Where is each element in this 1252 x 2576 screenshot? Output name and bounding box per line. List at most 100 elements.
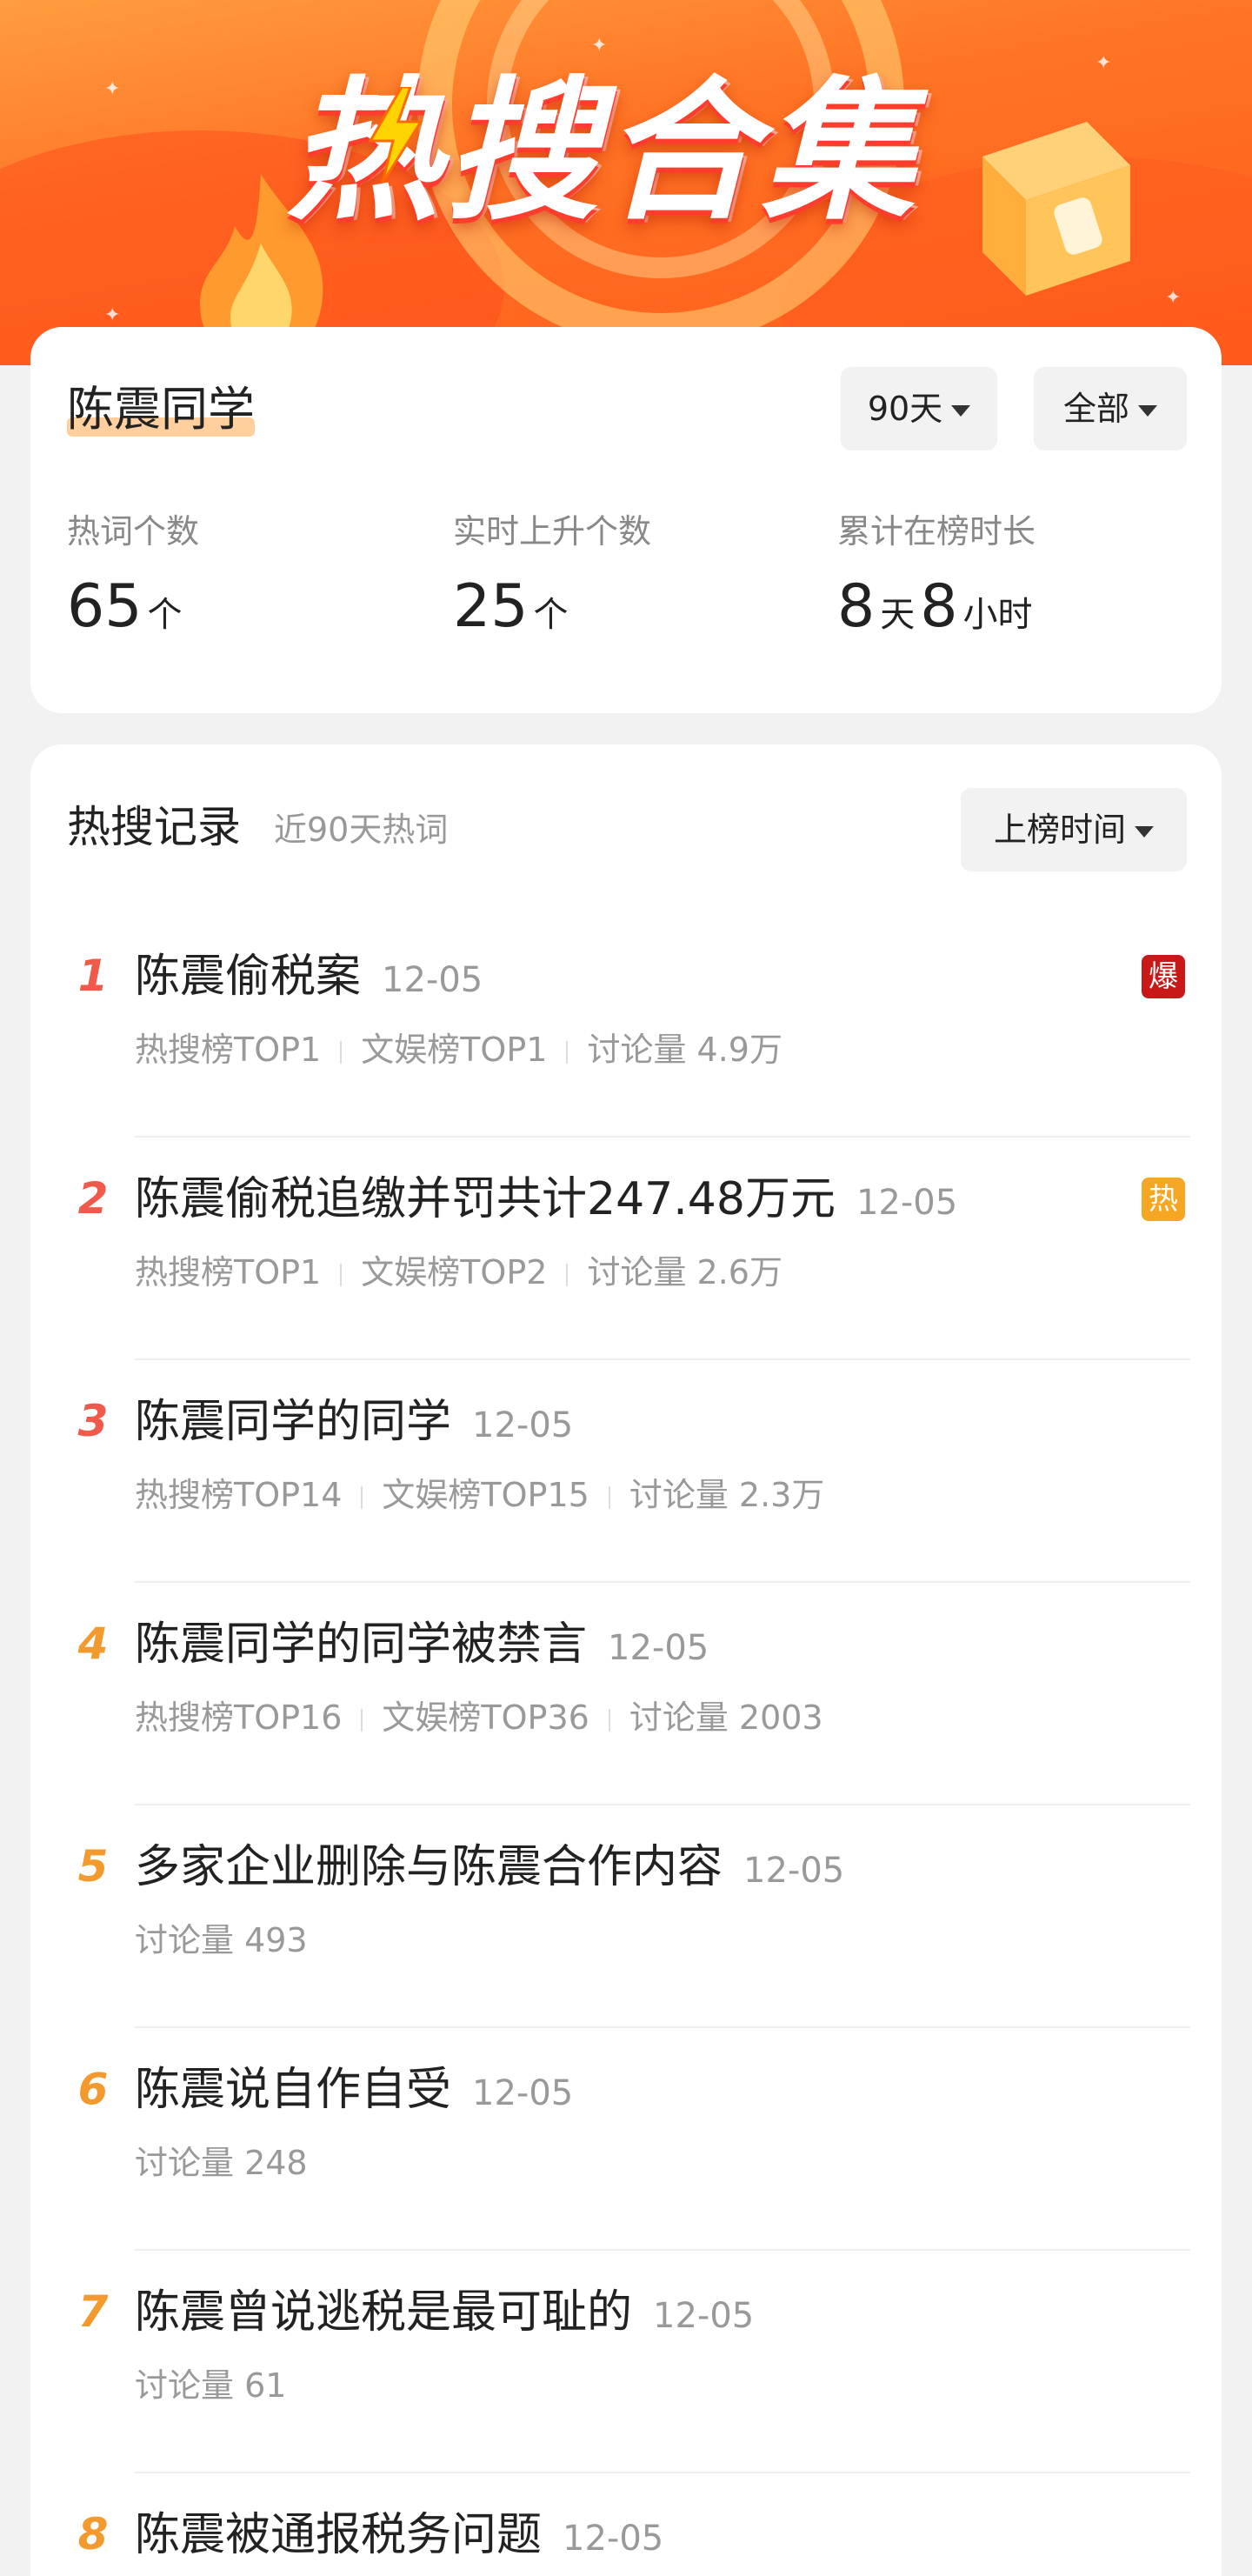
record-title[interactable]: 陈震说自作自受 <box>135 2064 451 2116</box>
lightning-icon <box>368 87 423 183</box>
sort-by-dropdown[interactable]: 上榜时间 <box>961 788 1187 871</box>
sparkle-icon: ✦ <box>1096 52 1112 74</box>
record-rank: 4 <box>77 1618 109 1669</box>
record-item[interactable]: 8 陈震被通报税务问题 12-05 <box>30 2473 1222 2576</box>
profile-name-text: 陈震同学 <box>67 382 255 437</box>
record-item[interactable]: 4 陈震同学的同学被禁言 12-05 热搜榜TOP16 文娱榜TOP36 讨论量 2003 <box>30 1583 1222 1805</box>
entertainment-list-rank: 文娱榜TOP2 <box>361 1253 548 1291</box>
entertainment-list-rank: 文娱榜TOP1 <box>361 1031 548 1069</box>
record-title-line: 多家企业删除与陈震合作内容 12-05 <box>135 1837 844 1901</box>
entertainment-list-rank: 文娱榜TOP36 <box>382 1698 589 1737</box>
meta-separator <box>566 1040 569 1064</box>
record-meta: 热搜榜TOP14 文娱榜TOP15 讨论量 2.3万 <box>135 1473 824 1517</box>
meta-separator <box>361 1485 363 1509</box>
sparkle-icon: ✦ <box>104 304 121 326</box>
stat-rising-count: 实时上升个数 25 个 <box>453 510 651 642</box>
record-item[interactable]: 5 多家企业删除与陈震合作内容 12-05 讨论量 493 <box>30 1805 1222 2028</box>
sort-by-label: 上榜时间 <box>993 811 1126 849</box>
caret-down-icon <box>951 405 971 417</box>
record-date: 12-05 <box>653 2296 755 2336</box>
record-title[interactable]: 陈震同学的同学 <box>135 1396 451 1448</box>
stat-unit: 个 <box>147 595 183 635</box>
scope-filter-dropdown[interactable]: 全部 <box>1034 367 1187 450</box>
meta-separator <box>608 1485 610 1509</box>
record-meta: 热搜榜TOP16 文娱榜TOP36 讨论量 2003 <box>135 1696 823 1739</box>
explode-badge: 爆 <box>1142 955 1185 998</box>
record-meta: 讨论量 61 <box>135 2364 286 2407</box>
record-title-line: 陈震说自作自受 12-05 <box>135 2059 573 2124</box>
record-rank: 8 <box>77 2509 109 2559</box>
stat-unit-days: 天 <box>880 595 916 635</box>
stat-label: 实时上升个数 <box>453 512 652 551</box>
stat-label: 热词个数 <box>67 512 200 551</box>
record-title[interactable]: 陈震偷税案 <box>135 951 361 1003</box>
stat-keyword-count: 热词个数 65 个 <box>67 510 199 642</box>
record-meta: 热搜榜TOP1 文娱榜TOP2 讨论量 2.6万 <box>135 1251 782 1294</box>
record-title-line: 陈震曾说逃税是最可耻的 12-05 <box>135 2282 754 2346</box>
period-filter-label: 90天 <box>867 390 943 428</box>
hot-list-rank: 热搜榜TOP1 <box>135 1031 322 1069</box>
record-title[interactable]: 多家企业删除与陈震合作内容 <box>135 1841 723 1893</box>
stat-number-days: 8 <box>837 572 876 641</box>
record-rank: 5 <box>77 1841 109 1892</box>
record-title-line: 陈震偷税追缴并罚共计247.48万元 12-05 <box>135 1169 957 1233</box>
record-title[interactable]: 陈震偷税追缴并罚共计247.48万元 <box>135 1173 836 1225</box>
record-rank: 2 <box>77 1173 109 1224</box>
records-subtitle: 近90天热词 <box>274 811 449 849</box>
hero-banner: ✦ ✦ ✦ ✦ ✦ 热搜合集 <box>0 0 1252 365</box>
meta-separator <box>340 1040 343 1064</box>
stat-number: 65 <box>67 572 143 641</box>
record-date: 12-05 <box>382 960 483 1000</box>
record-rank: 7 <box>77 2286 109 2337</box>
record-meta: 热搜榜TOP1 文娱榜TOP1 讨论量 4.9万 <box>135 1028 782 1071</box>
sparkle-icon: ✦ <box>591 35 608 57</box>
record-date: 12-05 <box>608 1628 709 1668</box>
stat-number-hours: 8 <box>920 572 958 641</box>
sparkle-icon: ✦ <box>1165 287 1182 309</box>
record-title[interactable]: 陈震曾说逃税是最可耻的 <box>135 2286 632 2339</box>
record-item[interactable]: 3 陈震同学的同学 12-05 热搜榜TOP14 文娱榜TOP15 讨论量 2.3万 <box>30 1360 1222 1583</box>
hot-list-rank: 热搜榜TOP14 <box>135 1476 343 1514</box>
profile-name: 陈震同学 <box>67 379 255 440</box>
record-rank: 6 <box>77 2064 109 2114</box>
discussion-count: 讨论量 248 <box>135 2144 308 2182</box>
caret-down-icon <box>1135 826 1154 838</box>
record-item[interactable]: 7 陈震曾说逃税是最可耻的 12-05 讨论量 61 <box>30 2251 1222 2473</box>
discussion-count: 讨论量 61 <box>135 2366 287 2405</box>
record-item[interactable]: 6 陈震说自作自受 12-05 讨论量 248 <box>30 2028 1222 2251</box>
record-title-line: 陈震偷税案 12-05 <box>135 946 483 1011</box>
record-date: 12-05 <box>472 1405 574 1445</box>
profile-summary-card: 陈震同学 90天 全部 热词个数 65 个 实时上升个数 25 个 累计在榜时长 8… <box>30 327 1222 713</box>
stat-unit-hours: 小时 <box>962 595 1033 635</box>
record-title[interactable]: 陈震同学的同学被禁言 <box>135 1618 587 1671</box>
record-meta: 讨论量 493 <box>135 1919 308 1962</box>
caret-down-icon <box>1138 405 1157 417</box>
records-title: 热搜记录 <box>67 802 241 852</box>
record-item[interactable]: 2 陈震偷税追缴并罚共计247.48万元 12-05 热搜榜TOP1 文娱榜TOP2 讨论… <box>30 1138 1222 1360</box>
record-meta: 讨论量 248 <box>135 2141 308 2185</box>
discussion-count: 讨论量 2003 <box>629 1698 823 1737</box>
record-date: 12-05 <box>563 2519 664 2559</box>
gift-box-icon <box>982 122 1130 296</box>
meta-separator <box>608 1708 610 1732</box>
record-title-line: 陈震同学的同学被禁言 12-05 <box>135 1614 709 1678</box>
stat-value: 25 个 <box>453 572 651 642</box>
discussion-count: 讨论量 2.3万 <box>629 1476 825 1514</box>
meta-separator <box>361 1708 363 1732</box>
scope-filter-label: 全部 <box>1062 390 1129 428</box>
stat-unit: 个 <box>533 595 569 635</box>
record-rank: 1 <box>77 951 109 1001</box>
stat-label: 累计在榜时长 <box>837 512 1036 551</box>
hot-search-records-card: 热搜记录 近90天热词 上榜时间 1 陈震偷税案 12-05 热搜榜TOP1 文娱榜TO… <box>30 744 1222 2576</box>
stat-value: 8 天8 小时 <box>837 572 1038 642</box>
sparkle-icon: ✦ <box>104 78 121 100</box>
entertainment-list-rank: 文娱榜TOP15 <box>382 1476 589 1514</box>
record-title[interactable]: 陈震被通报税务问题 <box>135 2509 542 2561</box>
record-rank: 3 <box>77 1396 109 1446</box>
record-date: 12-05 <box>472 2073 574 2113</box>
hot-badge: 热 <box>1142 1178 1185 1221</box>
hot-list-rank: 热搜榜TOP16 <box>135 1698 343 1737</box>
discussion-count: 讨论量 493 <box>135 1921 308 1959</box>
period-filter-dropdown[interactable]: 90天 <box>841 367 997 450</box>
record-item[interactable]: 1 陈震偷税案 12-05 热搜榜TOP1 文娱榜TOP1 讨论量 4.9万 爆 <box>30 915 1222 1138</box>
